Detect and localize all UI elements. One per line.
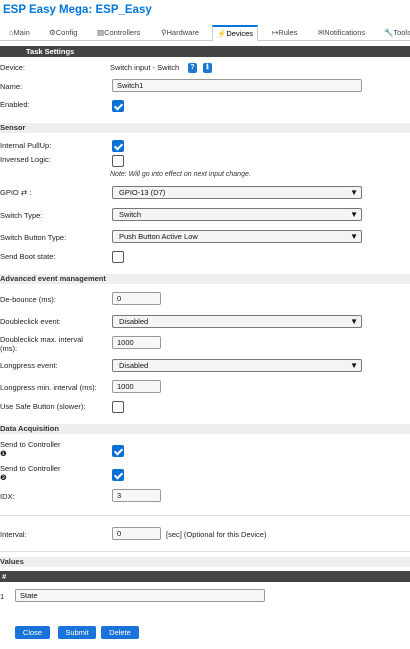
tab-main[interactable]: ⌂Main: [9, 25, 30, 41]
values-table-header: #: [0, 571, 410, 582]
name-input[interactable]: Switch1: [112, 79, 362, 92]
switch-button-type-select[interactable]: Push Button Active Low ▼: [112, 230, 362, 243]
switch-type-label: Switch Type:: [0, 211, 43, 220]
idx-label: IDX:: [0, 492, 15, 501]
device-label: Device:: [0, 63, 26, 72]
tab-rules[interactable]: ↦Rules: [272, 25, 297, 41]
send-boot-checkbox[interactable]: [112, 251, 124, 263]
interval-input[interactable]: 0: [112, 527, 161, 540]
debounce-input[interactable]: 0: [112, 292, 161, 305]
gpio-select[interactable]: GPIO-13 (D7) ▼: [112, 186, 362, 199]
controller-1-icon: ❶: [0, 449, 7, 458]
send1-label: Send to Controller: [0, 440, 61, 449]
doubleclick-select[interactable]: Disabled ▼: [112, 315, 362, 328]
safe-button-label: Use Safe Button (slower):: [0, 402, 86, 411]
dropdown-arrow-icon: ▼: [350, 361, 358, 370]
submit-button[interactable]: Submit: [58, 626, 96, 639]
doubleclick-interval-input[interactable]: 1000: [112, 336, 161, 349]
controller-2-icon: ❷: [0, 473, 7, 482]
divider: [0, 515, 410, 516]
dropdown-arrow-icon: ▼: [350, 188, 358, 197]
send-boot-label: Send Boot state:: [0, 252, 56, 261]
longpress-interval-input[interactable]: 1000: [112, 380, 161, 393]
inversed-checkbox[interactable]: [112, 155, 124, 167]
close-button[interactable]: Close: [15, 626, 50, 639]
tab-controllers[interactable]: ▤Controllers: [97, 25, 140, 41]
plug-icon: ⚡: [217, 29, 227, 38]
advanced-header: Advanced event management: [0, 274, 410, 284]
switch-type-select[interactable]: Switch ▼: [112, 208, 362, 221]
sensor-header: Sensor: [0, 123, 410, 133]
divider: [0, 551, 410, 552]
inversed-note: Note: Will go into effect on next input …: [110, 171, 251, 178]
tab-tools[interactable]: 🔧Tools: [384, 25, 410, 41]
gear-icon: ⚙: [49, 28, 56, 37]
dropdown-arrow-icon: ▼: [350, 232, 358, 241]
longpress-select[interactable]: Disabled ▼: [112, 359, 362, 372]
name-label: Name:: [0, 82, 23, 91]
debounce-label: De-bounce (ms):: [0, 295, 56, 304]
delete-button[interactable]: Delete: [101, 626, 139, 639]
send2-label: Send to Controller: [0, 464, 61, 473]
send1-checkbox[interactable]: [112, 445, 124, 457]
longpress-interval-label: Longpress min. interval (ms):: [0, 383, 97, 392]
pullup-label: Internal PullUp:: [0, 141, 52, 150]
gpio-label: GPIO ⇄ :: [0, 188, 32, 197]
dropdown-arrow-icon: ▼: [350, 317, 358, 326]
task-settings-header: Task Settings: [0, 46, 410, 57]
enabled-label: Enabled:: [0, 100, 30, 109]
pullup-checkbox[interactable]: [112, 140, 124, 152]
longpress-label: Longpress event:: [0, 361, 58, 370]
interval-note: [sec] (Optional for this Device): [166, 530, 267, 539]
switch-button-type-label: Switch Button Type:: [0, 233, 67, 242]
value-name-input[interactable]: State: [15, 589, 265, 602]
value-row-number: 1: [0, 592, 5, 601]
doubleclick-label: Doubleclick event:: [0, 317, 61, 326]
doubleclick-interval-label-2: (ms):: [0, 344, 18, 353]
tab-notifications[interactable]: ✉Notifications: [318, 25, 365, 41]
tab-config[interactable]: ⚙Config: [49, 25, 77, 41]
wrench-icon: 🔧: [384, 28, 394, 37]
device-value: Switch input - Switch: [110, 63, 180, 72]
idx-input[interactable]: 3: [112, 489, 161, 502]
inversed-label: Inversed Logic:: [0, 155, 51, 164]
doubleclick-interval-label-1: Doubleclick max. interval: [0, 335, 83, 344]
help-icon[interactable]: ?: [188, 63, 197, 73]
acquisition-header: Data Acquisition: [0, 424, 410, 434]
dropdown-arrow-icon: ▼: [350, 210, 358, 219]
safe-button-checkbox[interactable]: [112, 401, 124, 413]
send2-checkbox[interactable]: [112, 469, 124, 481]
tab-devices[interactable]: ⚡Devices: [212, 25, 259, 42]
info-icon[interactable]: ℹ: [203, 63, 212, 73]
values-header: Values: [0, 557, 410, 567]
app-title: ESP Easy Mega: ESP_Easy: [3, 4, 152, 16]
interval-label: Interval:: [0, 530, 27, 539]
enabled-checkbox[interactable]: [112, 100, 124, 112]
tab-bar: ⌂Main ⚙Config ▤Controllers ⚲Hardware ⚡De…: [0, 25, 410, 42]
tab-hardware[interactable]: ⚲Hardware: [161, 25, 199, 41]
